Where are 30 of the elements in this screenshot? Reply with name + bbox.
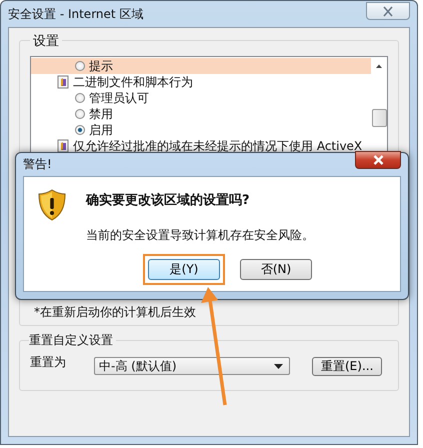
- radio-button[interactable]: [75, 125, 85, 135]
- scroll-thumb[interactable]: [372, 109, 386, 127]
- list-item[interactable]: 启用: [31, 122, 371, 138]
- list-item[interactable]: 提示: [31, 58, 371, 74]
- radio-button[interactable]: [75, 109, 85, 119]
- warning-shield-icon: [38, 189, 66, 221]
- reset-button[interactable]: 重置(E)...: [312, 357, 382, 376]
- list-item[interactable]: 禁用: [31, 106, 371, 122]
- list-item[interactable]: 二进制文件和脚本行为: [31, 74, 371, 90]
- settings-icon: [57, 75, 69, 89]
- settings-icon: [57, 139, 69, 153]
- window-title: 安全设置 - Internet 区域: [8, 6, 144, 22]
- dialog-button[interactable]: 否(N): [240, 259, 312, 280]
- close-icon: [382, 6, 394, 16]
- dialog-title: 警告!: [23, 156, 52, 173]
- group-label: 重置自定义设置: [29, 332, 116, 349]
- note-text: *在重新启动你的计算机后生效: [33, 304, 197, 321]
- close-icon: [372, 154, 384, 164]
- radio-button[interactable]: [75, 93, 85, 103]
- list-item[interactable]: 管理员认可: [31, 90, 371, 106]
- dialog-message: 当前的安全设置导致计算机存在安全风险。: [86, 227, 314, 244]
- field-label: 重置为: [30, 354, 66, 371]
- close-button[interactable]: [355, 150, 401, 168]
- radio-button[interactable]: [75, 61, 85, 71]
- dialog-heading: 确实要更改该区域的设置吗?: [86, 192, 251, 209]
- level-dropdown[interactable]: 中-高 (默认值): [94, 357, 290, 375]
- list-item[interactable]: 仅允许经过批准的域在未经提示的情况下使用 ActiveX: [31, 138, 371, 154]
- scroll-up-icon: [375, 63, 383, 69]
- dialog-button[interactable]: 是(Y): [148, 259, 220, 280]
- caret-icon: [274, 364, 283, 368]
